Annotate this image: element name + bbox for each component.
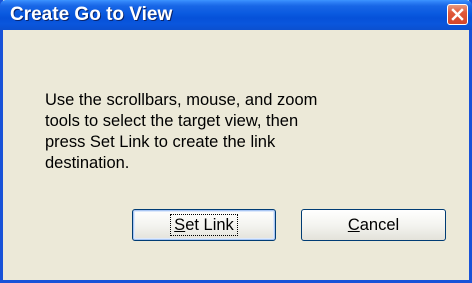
- title-bar[interactable]: Create Go to View: [0, 0, 472, 30]
- dialog-title: Create Go to View: [10, 4, 173, 25]
- close-button[interactable]: [447, 4, 468, 25]
- cancel-label-rest: ancel: [359, 216, 400, 234]
- set-link-label-rest: et Link: [185, 216, 234, 234]
- cancel-mnemonic: C: [347, 216, 360, 234]
- close-icon: [451, 8, 464, 21]
- set-link-mnemonic: S: [174, 216, 186, 234]
- cancel-button[interactable]: Cancel: [301, 209, 446, 241]
- instruction-message: Use the scrollbars, mouse, and zoom tool…: [45, 91, 318, 172]
- dialog-window: Create Go to View Use the scrollbars, mo…: [0, 0, 472, 283]
- set-link-label: Set Link: [170, 214, 238, 236]
- set-link-button[interactable]: Set Link: [132, 209, 276, 241]
